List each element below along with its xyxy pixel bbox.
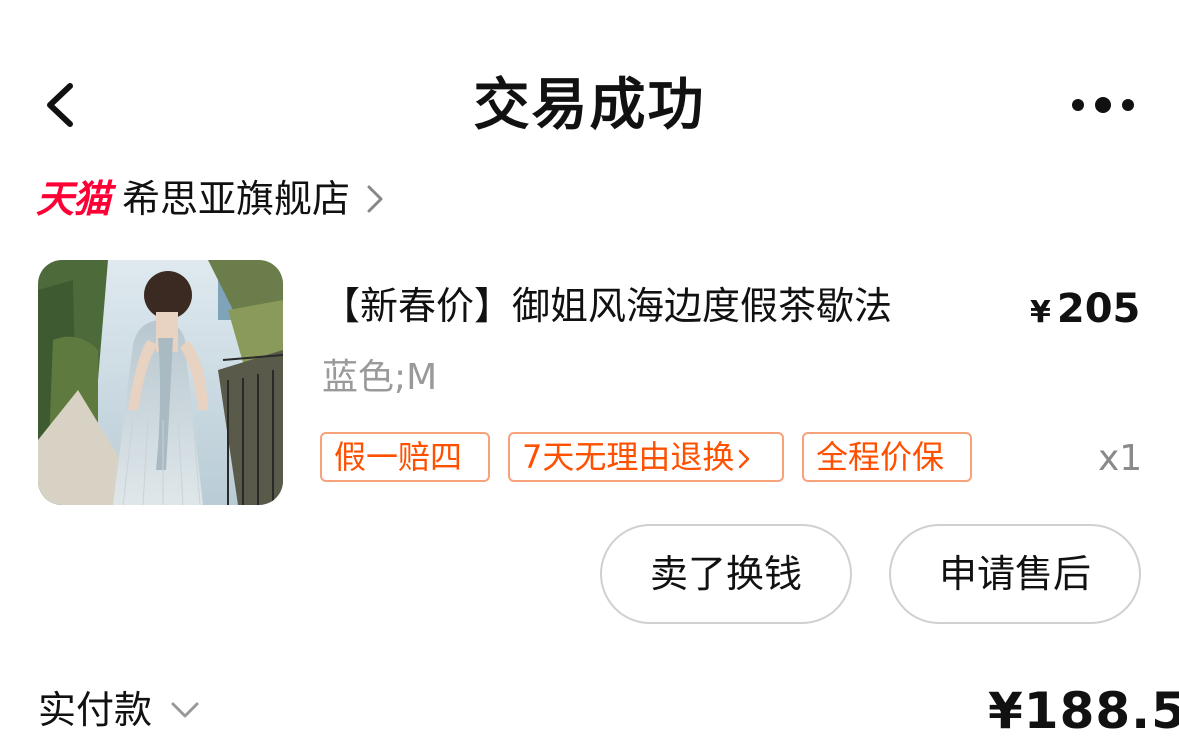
tmall-logo: 天猫	[36, 177, 111, 221]
sell-button[interactable]: 卖了换钱	[600, 524, 852, 624]
page-title: 交易成功	[473, 73, 706, 138]
price-currency: ¥	[1030, 295, 1051, 330]
chevron-down-icon[interactable]	[170, 701, 200, 719]
product-image[interactable]	[38, 260, 283, 505]
product-spec: 蓝色;M	[322, 357, 438, 398]
tag-label: 7天无理由退换	[522, 438, 735, 476]
price-value: 205	[1056, 286, 1141, 332]
chevron-right-icon	[739, 449, 750, 469]
after-sales-button[interactable]: 申请售后	[889, 524, 1141, 624]
more-icon[interactable]	[1068, 92, 1138, 118]
product-title[interactable]: 【新春价】御姐风海边度假茶歇法	[322, 278, 892, 334]
tag-label: 假一赔四	[334, 438, 463, 476]
tag-return-policy[interactable]: 7天无理由退换	[508, 432, 784, 482]
shop-name[interactable]: 希思亚旗舰店	[122, 172, 350, 226]
paid-row[interactable]: 实付款	[38, 684, 200, 736]
paid-label: 实付款	[38, 688, 153, 732]
tag-label: 全程价保	[816, 438, 945, 476]
chevron-right-icon	[367, 185, 383, 213]
shop-row[interactable]: 天猫 希思亚旗舰店	[36, 172, 386, 226]
product-price: ¥205	[1030, 280, 1140, 342]
quantity: x1	[1098, 438, 1143, 479]
tag-price-protection: 全程价保	[802, 432, 972, 482]
tag-fake-compensation: 假一赔四	[320, 432, 490, 482]
paid-amount: ¥188.5	[988, 682, 1179, 740]
